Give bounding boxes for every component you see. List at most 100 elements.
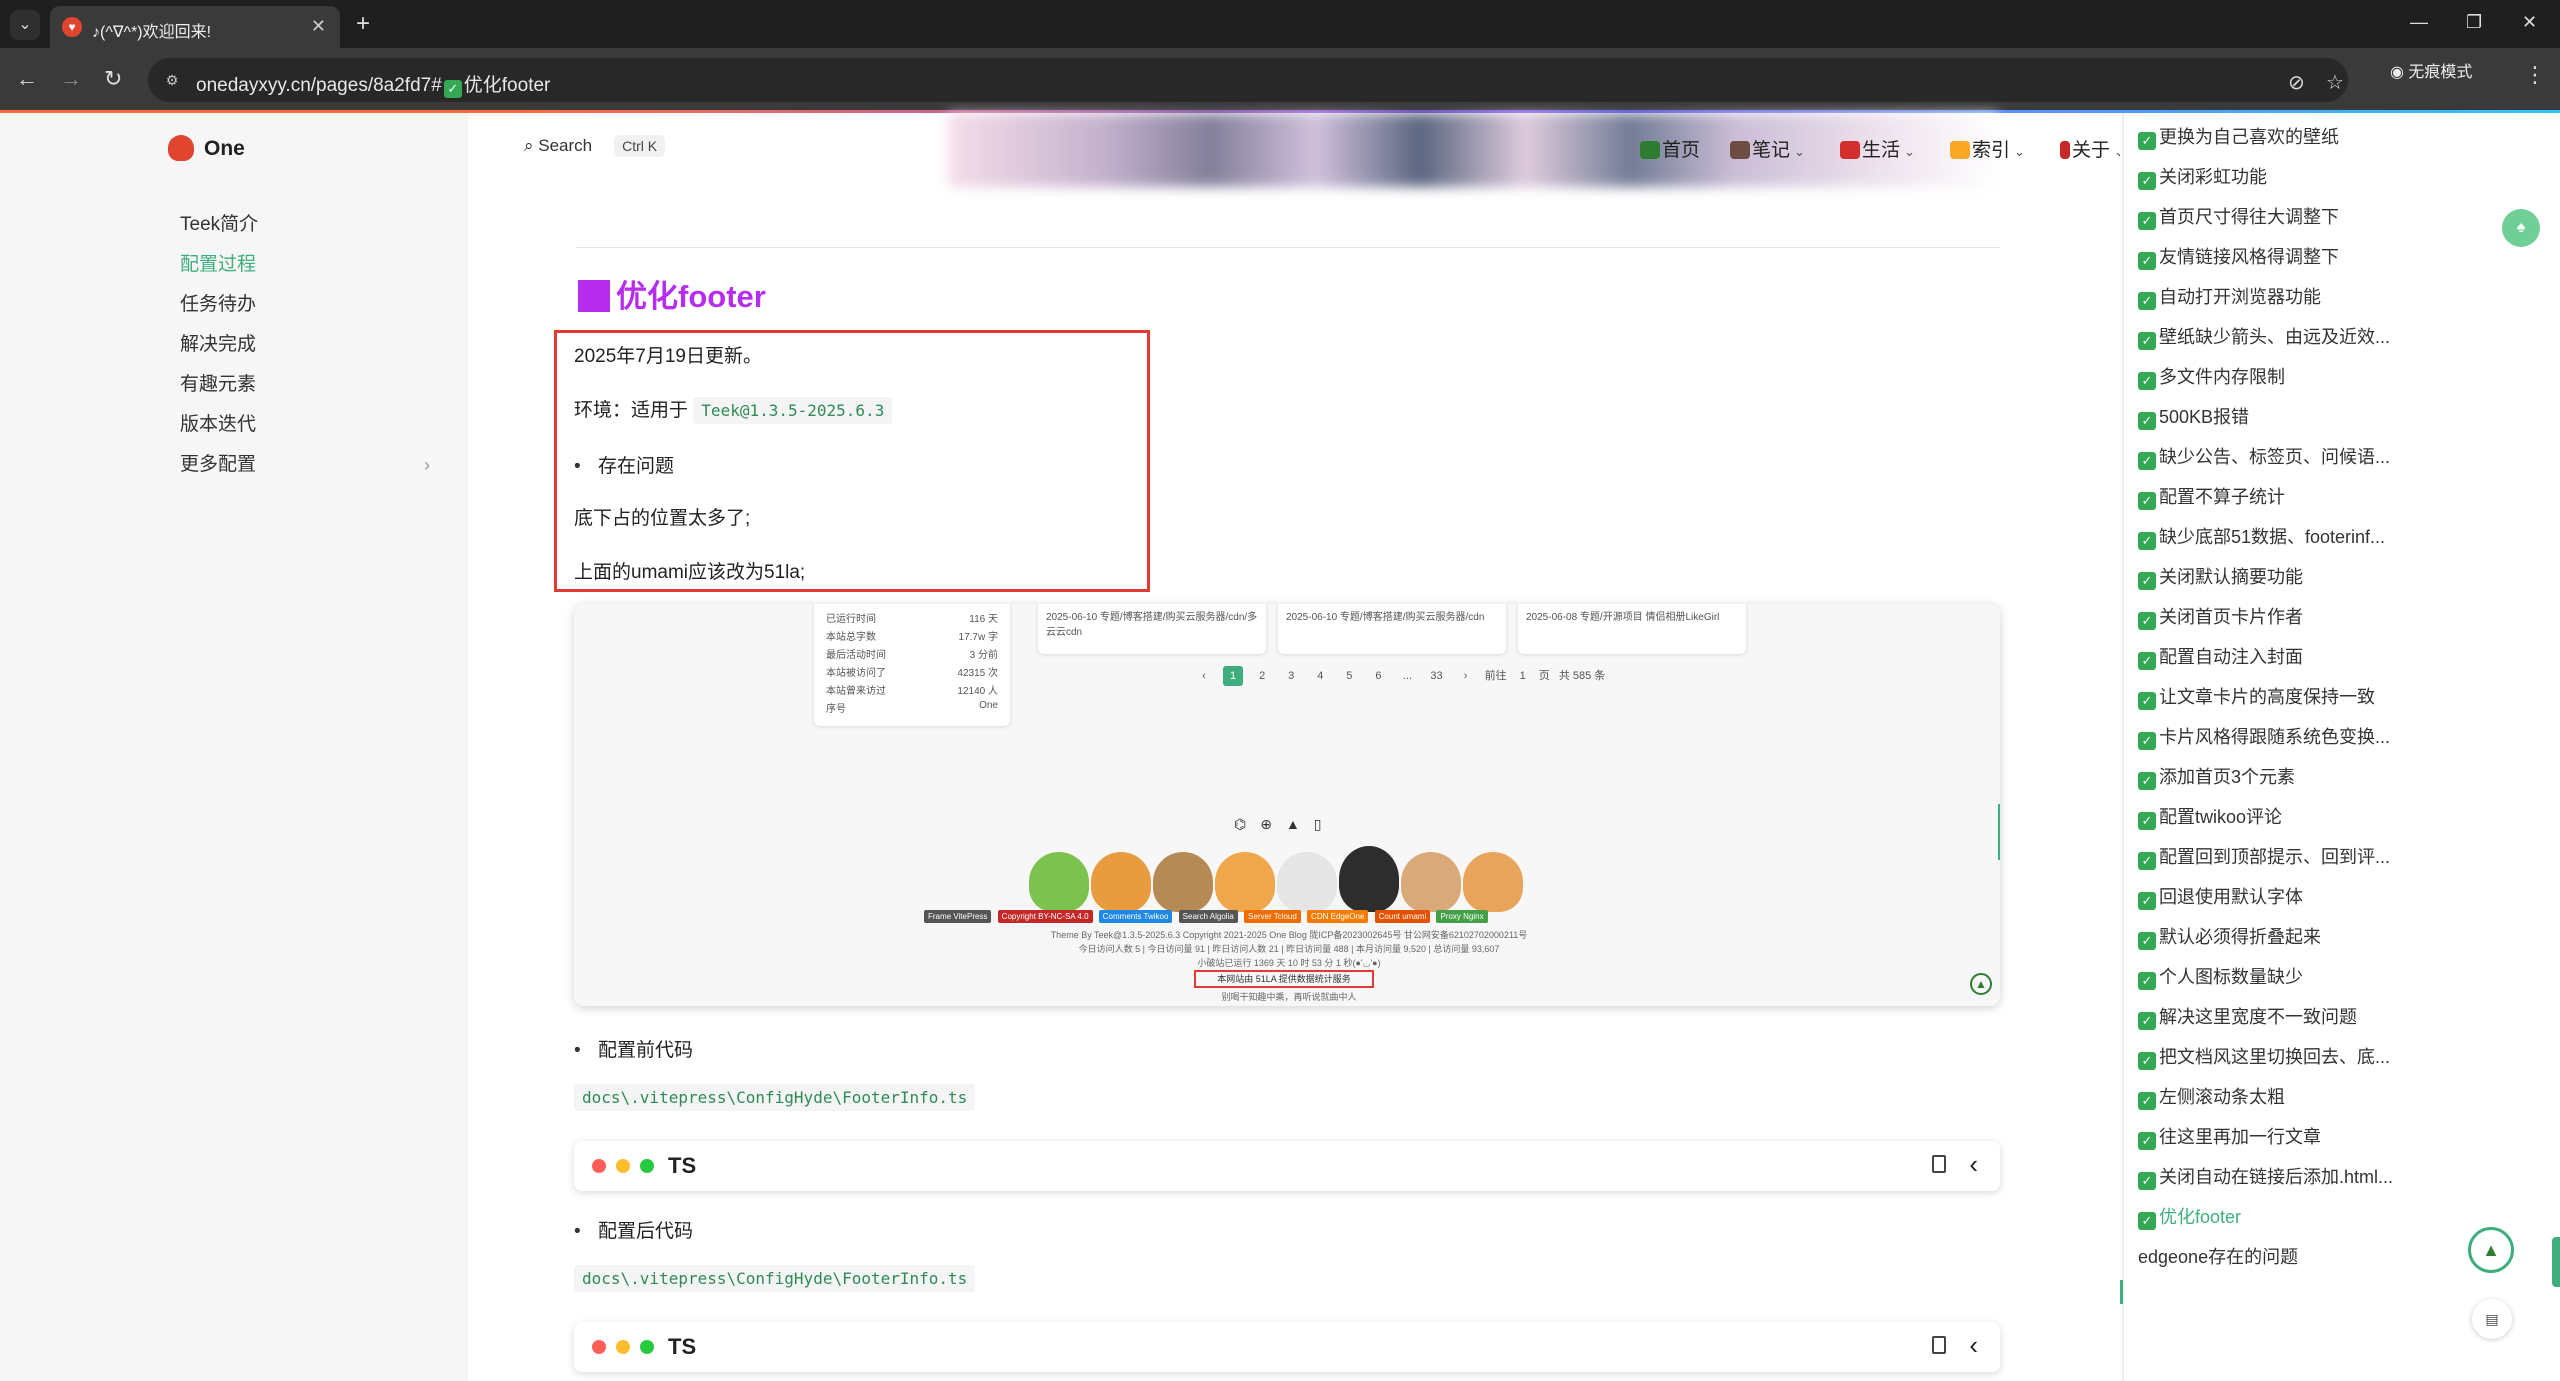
nav-home[interactable]: 首页 [1640, 135, 1700, 162]
outline-item[interactable]: ✓ 往这里再加一行文章 [2138, 1123, 2321, 1153]
outline-item[interactable]: ✓ 缺少公告、标签页、问候语... [2138, 443, 2390, 473]
outline-item[interactable]: ✓ 500KB报错 [2138, 403, 2249, 433]
page: One Teek简介 配置过程 任务待办 解决完成 有趣元素 版本迭代 更多配置… [0, 113, 2560, 1381]
check-emoji-icon: ✓ [2138, 252, 2156, 270]
outline-item[interactable]: ✓ 关闭默认摘要功能 [2138, 563, 2303, 593]
restore-icon[interactable]: ❐ [2466, 12, 2482, 33]
nav-notes[interactable]: 笔记 ⌄ [1730, 135, 1805, 162]
code-block-before[interactable]: TS ‹ [574, 1141, 2000, 1191]
check-emoji-icon: ✓ [2138, 1012, 2156, 1030]
incognito-badge[interactable]: ◉ 无痕模式 [2390, 58, 2472, 82]
heading-square-icon [578, 280, 610, 312]
notification-icon[interactable]: ♠ [2502, 209, 2540, 247]
search-button[interactable]: ⌕ Search Ctrl K [524, 135, 666, 157]
copy-icon[interactable] [1932, 1336, 1946, 1354]
comment-icon[interactable]: ▤ [2472, 1299, 2512, 1339]
outline-item[interactable]: ✓ 关闭彩虹功能 [2138, 163, 2267, 193]
sidebar-item-todo[interactable]: 任务待办 [180, 285, 430, 325]
minimize-icon[interactable]: — [2410, 12, 2428, 33]
sidebar-item-teek-intro[interactable]: Teek简介 [180, 205, 430, 245]
rocket-top-icon[interactable]: ▲ [2468, 1227, 2514, 1273]
outline-item-label: 配置不算子统计 [2159, 487, 2285, 507]
outline-item[interactable]: ✓ 让文章卡片的高度保持一致 [2138, 683, 2375, 713]
expand-chevron-icon[interactable]: ‹ [1969, 1149, 1978, 1180]
browser-menu-icon[interactable]: ⋮ [2524, 62, 2546, 88]
outline-item[interactable]: ✓ 配置twikoo评论 [2138, 803, 2282, 833]
outline-item[interactable]: ✓ 解决这里宽度不一致问题 [2138, 1003, 2357, 1033]
outline-item[interactable]: ✓ 把文档风这里切换回去、底... [2138, 1043, 2390, 1073]
outline-item[interactable]: ✓ 优化footer [2138, 1203, 2241, 1233]
outline-item-label: 缺少底部51数据、footerinf... [2159, 527, 2386, 547]
outline-item[interactable]: ✓ 添加首页3个元素 [2138, 763, 2295, 793]
outline-item[interactable]: ✓ 壁纸缺少箭头、由远及近效... [2138, 323, 2390, 353]
outline-item[interactable]: ✓ 默认必须得折叠起来 [2138, 923, 2321, 953]
problem-line-1: 底下占的位置太多了; [574, 508, 751, 529]
check-emoji-icon: ✓ [2138, 932, 2156, 950]
check-emoji-icon: ✓ [2138, 652, 2156, 670]
eye-off-icon[interactable]: ⊘ [2288, 70, 2305, 95]
pager-page-input: 1 [1519, 670, 1526, 682]
url-text: onedayxyy.cn/pages/8a2fd7# ✓ 优化footer [196, 75, 551, 98]
outline-item-label: 缺少公告、标签页、问候语... [2159, 447, 2391, 467]
outline-track [2122, 113, 2124, 1381]
outline-item[interactable]: edgeone存在的问题 [2138, 1243, 2298, 1273]
outline-item[interactable]: ✓ 首页尺寸得往大调整下 [2138, 203, 2339, 233]
outline-item[interactable]: ✓ 多文件内存限制 [2138, 363, 2285, 393]
outline-item-label: 关闭默认摘要功能 [2159, 567, 2303, 587]
nav-about[interactable]: 关于⌄ [2060, 135, 2125, 162]
sidebar-item-fun-elements[interactable]: 有趣元素 [180, 365, 430, 405]
outline-item[interactable]: ✓ 配置自动注入封面 [2138, 643, 2303, 673]
outline-item[interactable]: ✓ 自动打开浏览器功能 [2138, 283, 2321, 313]
red-dot-icon [592, 1159, 606, 1173]
site-info-icon[interactable]: ⚙ [162, 70, 182, 90]
tab-close-icon[interactable]: ✕ [311, 16, 326, 37]
outline-item[interactable]: ✓ 左侧滚动条太粗 [2138, 1083, 2285, 1113]
chevron-down-icon: ⌄ [1794, 144, 1805, 159]
code-block-after[interactable]: TS ‹ [574, 1322, 2000, 1372]
side-scroll-thumb[interactable] [2552, 1237, 2560, 1287]
outline-item-label: 关闭彩虹功能 [2159, 167, 2267, 187]
sidebar-item-config-process[interactable]: 配置过程 [180, 245, 430, 285]
outline-item[interactable]: ✓ 回退使用默认字体 [2138, 883, 2303, 913]
nav-index[interactable]: 索引 ⌄ [1950, 135, 2025, 162]
copy-icon[interactable] [1932, 1155, 1946, 1173]
check-emoji-icon: ✓ [2138, 692, 2156, 710]
url-input[interactable]: ⚙ onedayxyy.cn/pages/8a2fd7# ✓ 优化footer ⊘ … [148, 58, 2348, 102]
outline-item[interactable]: ✓ 更换为自己喜欢的壁纸 [2138, 123, 2339, 153]
outline-item-label: 让文章卡片的高度保持一致 [2159, 687, 2375, 707]
nav-life[interactable]: 生活 ⌄ [1840, 135, 1915, 162]
outline-item[interactable]: ✓ 个人图标数量缺少 [2138, 963, 2303, 993]
outline-item-label: edgeone存在的问题 [2138, 1247, 2299, 1267]
sidebar-item-versions[interactable]: 版本迭代 [180, 405, 430, 445]
path-after: docs\.vitepress\ConfigHyde\FooterInfo.ts [574, 1265, 976, 1292]
stat-row: 序号 One [826, 700, 998, 715]
outline-item-label: 配置回到顶部提示、回到评... [2159, 847, 2391, 867]
forward-icon[interactable]: → [60, 66, 82, 92]
sidebar-item-solved[interactable]: 解决完成 [180, 325, 430, 365]
outline-item[interactable]: ✓ 缺少底部51数据、footerinf... [2138, 523, 2385, 553]
outline-item-label: 关闭自动在链接后添加.html... [2159, 1167, 2394, 1187]
browser-tab[interactable]: ♥ ♪(^∇^*)欢迎回来! ✕ [50, 6, 340, 48]
outline-item[interactable]: ✓ 配置不算子统计 [2138, 483, 2285, 513]
tab-search-chevron-icon[interactable]: ⌄ [10, 10, 40, 40]
sidebar-item-more-config[interactable]: 更多配置 › [180, 445, 430, 485]
outline-item[interactable]: ✓ 关闭自动在链接后添加.html... [2138, 1163, 2393, 1193]
outline-item-label: 回退使用默认字体 [2159, 887, 2303, 907]
outline-item[interactable]: ✓ 友情链接风格得调整下 [2138, 243, 2339, 273]
bookmark-star-icon[interactable]: ☆ [2326, 70, 2344, 95]
page-number: 33 [1430, 670, 1443, 682]
site-logo[interactable]: One [168, 135, 245, 161]
outline-item[interactable]: ✓ 配置回到顶部提示、回到评... [2138, 843, 2390, 873]
outline-item[interactable]: ✓ 卡片风格得跟随系统色变换... [2138, 723, 2390, 753]
back-icon[interactable]: ← [16, 66, 38, 92]
page-number: 5 [1346, 670, 1353, 682]
outline-item-label: 配置自动注入封面 [2159, 647, 2303, 667]
footer-screenshot: 已运行时间 116 天 本站总字数 17.7w 字 最后活动时间 3 分前 本站被访问… [574, 604, 2000, 1006]
close-window-icon[interactable]: ✕ [2522, 12, 2537, 33]
reload-icon[interactable]: ↻ [104, 66, 122, 92]
outline-item[interactable]: ✓ 关闭首页卡片作者 [2138, 603, 2303, 633]
outline-item-label: 配置twikoo评论 [2159, 807, 2283, 827]
new-tab-icon[interactable]: + [356, 10, 370, 38]
article-card: 2025-06-10 专题/博客搭建/购买云服务器/cdn/多云云cdn [1038, 604, 1266, 654]
expand-chevron-icon[interactable]: ‹ [1969, 1330, 1978, 1361]
